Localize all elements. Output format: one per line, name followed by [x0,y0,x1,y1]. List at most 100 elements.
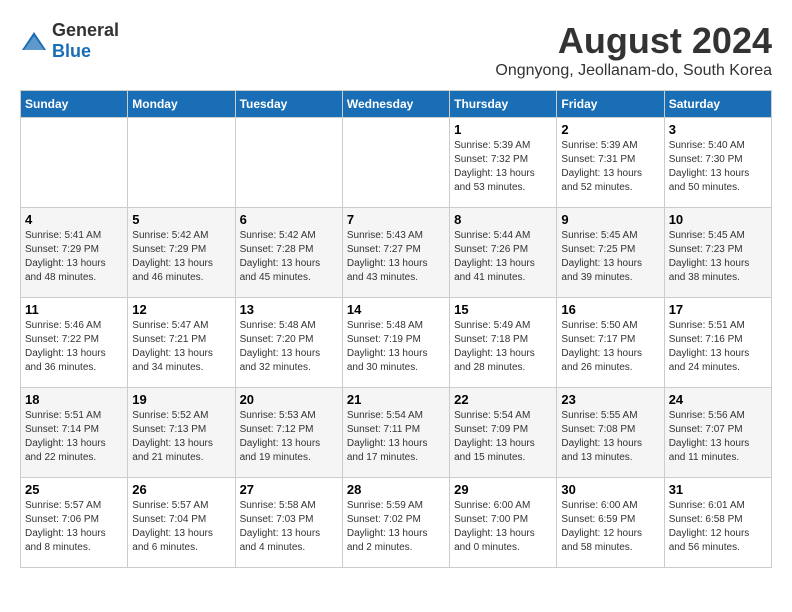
day-info: Sunrise: 5:39 AM Sunset: 7:31 PM Dayligh… [561,139,659,195]
day-number: 19 [132,392,230,407]
calendar-cell: 31 Sunrise: 6:01 AM Sunset: 6:58 PM Dayli… [664,478,771,568]
day-info: Sunrise: 5:56 AM Sunset: 7:07 PM Dayligh… [669,409,767,465]
calendar-cell [128,118,235,208]
day-number: 10 [669,212,767,227]
calendar-cell: 3Sunrise: 5:40 AM Sunset: 7:30 PM Daylig… [664,118,771,208]
calendar-cell: 13 Sunrise: 5:48 AM Sunset: 7:20 PM Dayli… [235,298,342,388]
calendar-cell: 5Sunrise: 5:42 AM Sunset: 7:29 PM Daylig… [128,208,235,298]
day-number: 11 [25,302,123,317]
calendar-cell: 16 Sunrise: 5:50 AM Sunset: 7:17 PM Dayli… [557,298,664,388]
day-info: Sunrise: 5:43 AM Sunset: 7:27 PM Dayligh… [347,229,445,285]
logo-general: General [52,20,119,40]
calendar-cell [235,118,342,208]
day-number: 17 [669,302,767,317]
weekday-header-row: SundayMondayTuesdayWednesdayThursdayFrid… [21,91,772,118]
day-number: 26 [132,482,230,497]
main-title: August 2024 [495,20,772,62]
day-number: 5 [132,212,230,227]
day-number: 20 [240,392,338,407]
day-number: 7 [347,212,445,227]
day-info: Sunrise: 6:01 AM Sunset: 6:58 PM Dayligh… [669,499,767,555]
day-info: Sunrise: 5:54 AM Sunset: 7:11 PM Dayligh… [347,409,445,465]
day-number: 27 [240,482,338,497]
day-info: Sunrise: 5:51 AM Sunset: 7:14 PM Dayligh… [25,409,123,465]
weekday-header-friday: Friday [557,91,664,118]
day-number: 2 [561,122,659,137]
calendar-week-row: 1Sunrise: 5:39 AM Sunset: 7:32 PM Daylig… [21,118,772,208]
day-info: Sunrise: 5:51 AM Sunset: 7:16 PM Dayligh… [669,319,767,375]
calendar-cell: 19Sunrise: 5:52 AM Sunset: 7:13 PM Dayli… [128,388,235,478]
calendar-cell: 21 Sunrise: 5:54 AM Sunset: 7:11 PM Dayli… [342,388,449,478]
calendar-cell: 28 Sunrise: 5:59 AM Sunset: 7:02 PM Dayli… [342,478,449,568]
calendar-cell: 27 Sunrise: 5:58 AM Sunset: 7:03 PM Dayli… [235,478,342,568]
calendar-cell: 6Sunrise: 5:42 AM Sunset: 7:28 PM Daylig… [235,208,342,298]
day-info: Sunrise: 5:49 AM Sunset: 7:18 PM Dayligh… [454,319,552,375]
day-info: Sunrise: 5:58 AM Sunset: 7:03 PM Dayligh… [240,499,338,555]
day-info: Sunrise: 5:48 AM Sunset: 7:19 PM Dayligh… [347,319,445,375]
calendar-cell: 30 Sunrise: 6:00 AM Sunset: 6:59 PM Dayli… [557,478,664,568]
weekday-header-saturday: Saturday [664,91,771,118]
day-number: 4 [25,212,123,227]
day-info: Sunrise: 5:45 AM Sunset: 7:25 PM Dayligh… [561,229,659,285]
day-info: Sunrise: 5:47 AM Sunset: 7:21 PM Dayligh… [132,319,230,375]
day-info: Sunrise: 5:44 AM Sunset: 7:26 PM Dayligh… [454,229,552,285]
day-number: 13 [240,302,338,317]
day-number: 29 [454,482,552,497]
calendar-cell: 26 Sunrise: 5:57 AM Sunset: 7:04 PM Dayli… [128,478,235,568]
header: General Blue August 2024 Ongnyong, Jeoll… [20,20,772,80]
title-section: August 2024 Ongnyong, Jeollanam-do, Sout… [495,20,772,80]
calendar-cell: 17 Sunrise: 5:51 AM Sunset: 7:16 PM Dayli… [664,298,771,388]
calendar-cell: 11 Sunrise: 5:46 AM Sunset: 7:22 PM Dayli… [21,298,128,388]
day-number: 3 [669,122,767,137]
day-info: Sunrise: 5:50 AM Sunset: 7:17 PM Dayligh… [561,319,659,375]
calendar-cell: 23Sunrise: 5:55 AM Sunset: 7:08 PM Dayli… [557,388,664,478]
day-info: Sunrise: 5:42 AM Sunset: 7:28 PM Dayligh… [240,229,338,285]
calendar-week-row: 25 Sunrise: 5:57 AM Sunset: 7:06 PM Dayli… [21,478,772,568]
calendar-table: SundayMondayTuesdayWednesdayThursdayFrid… [20,90,772,568]
day-info: Sunrise: 5:41 AM Sunset: 7:29 PM Dayligh… [25,229,123,285]
day-info: Sunrise: 5:57 AM Sunset: 7:04 PM Dayligh… [132,499,230,555]
day-number: 21 [347,392,445,407]
calendar-cell [21,118,128,208]
calendar-cell: 24 Sunrise: 5:56 AM Sunset: 7:07 PM Dayli… [664,388,771,478]
calendar-cell: 8 Sunrise: 5:44 AM Sunset: 7:26 PM Daylig… [450,208,557,298]
day-number: 25 [25,482,123,497]
weekday-header-tuesday: Tuesday [235,91,342,118]
day-info: Sunrise: 6:00 AM Sunset: 6:59 PM Dayligh… [561,499,659,555]
day-number: 15 [454,302,552,317]
day-number: 8 [454,212,552,227]
day-number: 31 [669,482,767,497]
calendar-cell: 7 Sunrise: 5:43 AM Sunset: 7:27 PM Daylig… [342,208,449,298]
weekday-header-thursday: Thursday [450,91,557,118]
calendar-cell [342,118,449,208]
weekday-header-sunday: Sunday [21,91,128,118]
day-info: Sunrise: 5:39 AM Sunset: 7:32 PM Dayligh… [454,139,552,195]
day-info: Sunrise: 5:57 AM Sunset: 7:06 PM Dayligh… [25,499,123,555]
logo-blue: Blue [52,41,91,61]
day-number: 16 [561,302,659,317]
day-info: Sunrise: 5:45 AM Sunset: 7:23 PM Dayligh… [669,229,767,285]
calendar-cell: 20 Sunrise: 5:53 AM Sunset: 7:12 PM Dayli… [235,388,342,478]
day-info: Sunrise: 5:48 AM Sunset: 7:20 PM Dayligh… [240,319,338,375]
weekday-header-wednesday: Wednesday [342,91,449,118]
day-number: 23 [561,392,659,407]
day-number: 24 [669,392,767,407]
calendar-cell: 29 Sunrise: 6:00 AM Sunset: 7:00 PM Dayli… [450,478,557,568]
calendar-week-row: 4 Sunrise: 5:41 AM Sunset: 7:29 PM Daylig… [21,208,772,298]
day-info: Sunrise: 5:59 AM Sunset: 7:02 PM Dayligh… [347,499,445,555]
day-number: 30 [561,482,659,497]
day-info: Sunrise: 5:46 AM Sunset: 7:22 PM Dayligh… [25,319,123,375]
calendar-cell: 12Sunrise: 5:47 AM Sunset: 7:21 PM Dayli… [128,298,235,388]
weekday-header-monday: Monday [128,91,235,118]
calendar-week-row: 11 Sunrise: 5:46 AM Sunset: 7:22 PM Dayli… [21,298,772,388]
day-number: 28 [347,482,445,497]
calendar-week-row: 18Sunrise: 5:51 AM Sunset: 7:14 PM Dayli… [21,388,772,478]
day-info: Sunrise: 6:00 AM Sunset: 7:00 PM Dayligh… [454,499,552,555]
calendar-cell: 15 Sunrise: 5:49 AM Sunset: 7:18 PM Dayli… [450,298,557,388]
calendar-cell: 18Sunrise: 5:51 AM Sunset: 7:14 PM Dayli… [21,388,128,478]
calendar-cell: 4 Sunrise: 5:41 AM Sunset: 7:29 PM Daylig… [21,208,128,298]
calendar-cell: 22Sunrise: 5:54 AM Sunset: 7:09 PM Dayli… [450,388,557,478]
calendar-cell: 10 Sunrise: 5:45 AM Sunset: 7:23 PM Dayli… [664,208,771,298]
day-info: Sunrise: 5:53 AM Sunset: 7:12 PM Dayligh… [240,409,338,465]
logo-icon [20,30,48,52]
